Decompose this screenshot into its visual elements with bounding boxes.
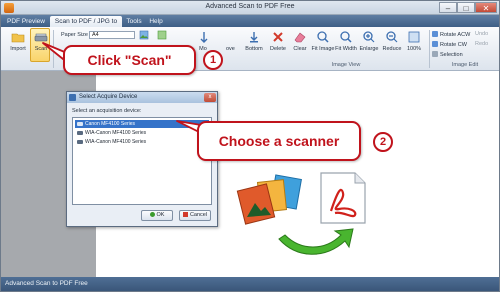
selection-icon <box>432 51 438 57</box>
enlarge-button[interactable]: Enlarge <box>358 29 380 61</box>
dialog-icon <box>69 94 76 101</box>
step-badge-2: 2 <box>373 132 393 152</box>
callout-choose-scanner: Choose a scanner <box>197 121 361 161</box>
rotate-left-icon <box>432 31 438 37</box>
redo-button[interactable]: Redo <box>475 41 488 47</box>
move-bottom-icon <box>250 32 258 43</box>
scanner-device-icon <box>77 140 83 144</box>
dialog-close-button[interactable]: x <box>204 93 216 102</box>
cancel-icon <box>182 211 188 217</box>
status-bar: Advanced Scan to PDF Free <box>1 277 499 291</box>
eraser-icon <box>294 32 306 43</box>
image-view-group-label: Image View <box>331 62 361 68</box>
ribbon-tabs: PDF Preview Scan to PDF / JPG to PDF Too… <box>1 15 499 36</box>
fit-image-icon <box>317 31 329 43</box>
window-title: Advanced Scan to PDF Free <box>205 3 295 10</box>
device-item[interactable]: WIA-Canon MF4100 Series <box>75 138 209 146</box>
scanner-device-icon <box>77 122 83 126</box>
zoom-100-button[interactable]: 100% <box>403 29 425 61</box>
fit-width-button[interactable]: Fit Width <box>335 29 357 61</box>
undo-button[interactable]: Undo <box>475 31 488 37</box>
images-to-pdf-illustration <box>236 172 366 255</box>
zoom-100-label: 100% <box>406 46 422 52</box>
ribbon-separator <box>429 30 430 68</box>
tab-scan-to-pdf[interactable]: Scan to PDF / JPG to PDF <box>50 16 122 36</box>
delete-icon <box>273 32 283 42</box>
image-edit-group-label: Image Edit <box>451 62 479 68</box>
bottom-button[interactable]: Bottom <box>243 29 265 61</box>
folder-icon <box>11 33 25 43</box>
zoom-in-icon <box>363 31 375 43</box>
dialog-title-bar: Select Acquire Device x <box>67 92 217 103</box>
image-add-icon[interactable] <box>157 30 167 40</box>
rotate-cw-button[interactable]: Rotate CW <box>432 41 467 48</box>
actual-size-icon <box>408 31 420 43</box>
import-button[interactable]: Import <box>7 29 29 61</box>
rotate-acw-button[interactable]: Rotate ACW <box>432 31 470 38</box>
ok-button[interactable]: OK <box>141 210 173 221</box>
photo-stack-icon <box>236 174 302 225</box>
maximize-button[interactable]: □ <box>457 2 475 13</box>
paper-size-label: Paper Size <box>61 32 88 38</box>
tab-tools[interactable]: Tools <box>123 16 145 27</box>
fit-image-button[interactable]: Fit Image <box>312 29 334 61</box>
status-text: Advanced Scan to PDF Free <box>5 280 88 287</box>
fit-width-icon <box>340 31 352 43</box>
rotate-right-icon <box>432 41 438 47</box>
reduce-button[interactable]: Reduce <box>381 29 403 61</box>
scanner-device-icon <box>77 131 83 135</box>
tab-help[interactable]: Help <box>147 16 165 27</box>
minimize-button[interactable]: – <box>439 2 457 13</box>
check-icon <box>149 211 155 217</box>
selection-button[interactable]: Selection <box>432 51 463 58</box>
callout-click-scan: Click "Scan" <box>63 45 196 75</box>
delete-button[interactable]: Delete <box>267 29 289 61</box>
title-bar: Advanced Scan to PDF Free – □ ✕ <box>1 1 499 15</box>
tab-pdf-preview[interactable]: PDF Preview <box>4 16 48 27</box>
step-badge-1: 1 <box>203 50 223 70</box>
paper-size-select[interactable]: A4 <box>89 31 135 39</box>
cancel-button[interactable]: Cancel <box>179 210 211 221</box>
green-arrow-icon <box>278 228 354 255</box>
select-device-dialog: Select Acquire Device x Select an acquis… <box>66 91 218 227</box>
image-icon <box>139 30 149 40</box>
close-button[interactable]: ✕ <box>475 2 497 13</box>
clear-button[interactable]: Clear <box>289 29 311 61</box>
zoom-out-icon <box>386 31 398 43</box>
dialog-title: Select Acquire Device <box>79 94 138 100</box>
dialog-prompt: Select an acquisition device: <box>72 108 142 114</box>
pdf-document-icon <box>320 172 366 224</box>
app-window: Advanced Scan to PDF Free – □ ✕ PDF Prev… <box>0 0 500 292</box>
move-down-label: ove <box>226 46 235 52</box>
move-icon <box>200 32 208 43</box>
